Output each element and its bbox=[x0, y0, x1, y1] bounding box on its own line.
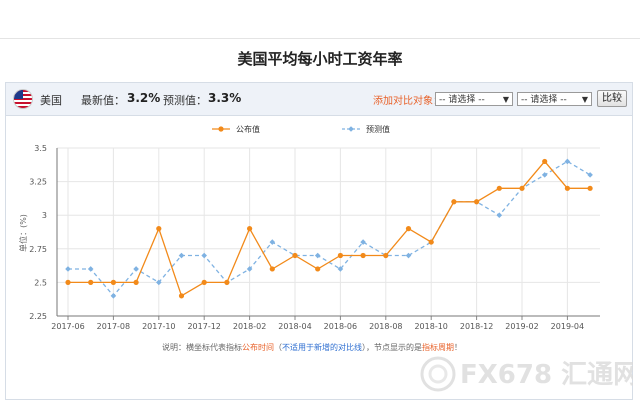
watermark: FX678 汇通网 bbox=[420, 356, 633, 392]
data-point-published bbox=[405, 226, 412, 232]
data-point-forecast bbox=[87, 266, 94, 272]
footnote-highlight-2: 不适用于新增的对比线 bbox=[282, 342, 362, 352]
x-tick-label: 2018-10 bbox=[414, 322, 447, 331]
x-tick-label: 2017-08 bbox=[97, 322, 130, 331]
data-point-published bbox=[178, 293, 185, 299]
watermark-text: FX678 汇通网 bbox=[460, 360, 633, 390]
data-point-published bbox=[428, 239, 434, 245]
data-point-forecast bbox=[201, 252, 207, 259]
data-point-forecast bbox=[133, 266, 139, 272]
data-point-forecast bbox=[65, 266, 71, 272]
footnote-middle-2: ），节点显示的是 bbox=[362, 342, 422, 352]
data-point-forecast bbox=[496, 212, 503, 218]
footnote-middle-1: （ bbox=[274, 343, 282, 352]
x-tick-label: 2018-08 bbox=[369, 322, 402, 331]
data-point-forecast bbox=[110, 293, 117, 299]
footnote-suffix: ！ bbox=[454, 343, 462, 352]
data-point-published bbox=[156, 226, 162, 232]
x-tick-label: 2018-04 bbox=[278, 322, 311, 331]
x-tick-label: 2017-12 bbox=[187, 322, 220, 331]
data-point-published bbox=[542, 158, 548, 165]
x-tick-label: 2018-02 bbox=[233, 322, 266, 331]
x-tick-label: 2017-10 bbox=[142, 322, 175, 331]
data-point-published bbox=[224, 279, 230, 285]
data-point-published bbox=[451, 199, 457, 205]
y-tick-label: 2.5 bbox=[34, 278, 47, 287]
data-point-published bbox=[496, 185, 502, 191]
data-point-published bbox=[587, 185, 593, 191]
legend-marker bbox=[218, 126, 224, 132]
x-tick-label: 2019-04 bbox=[551, 322, 584, 331]
data-point-published bbox=[564, 185, 571, 191]
footnote: 说明：横坐标代表指标公布时间（不适用于新增的对比线），节点显示的是指标周期！ bbox=[162, 342, 462, 352]
y-tick-label: 2.25 bbox=[29, 312, 47, 321]
data-point-published bbox=[65, 279, 71, 285]
footnote-highlight-3: 指标周期 bbox=[422, 342, 454, 352]
x-tick-label: 2018-06 bbox=[324, 322, 357, 331]
data-point-forecast bbox=[541, 172, 548, 178]
data-point-published bbox=[383, 252, 389, 259]
data-point-forecast bbox=[314, 252, 321, 259]
grid-layer bbox=[57, 147, 600, 317]
y-tick-label: 3 bbox=[42, 211, 47, 220]
x-tick-label: 2018-12 bbox=[460, 322, 493, 331]
data-point-forecast bbox=[587, 172, 593, 178]
data-point-forecast bbox=[405, 252, 412, 259]
footnote-highlight-1: 公布时间 bbox=[242, 342, 274, 352]
line-chart: 2.25 2.5 2.75 3 3.25 3.5 2017-06 2017-08 2017-10… bbox=[18, 124, 600, 352]
data-point-published bbox=[88, 279, 94, 285]
data-point-published bbox=[247, 226, 253, 232]
series-layer bbox=[65, 158, 593, 299]
data-point-published bbox=[292, 252, 298, 259]
x-tick-label: 2017-06 bbox=[51, 322, 84, 331]
x-tick-label: 2019-02 bbox=[505, 322, 538, 331]
y-axis-label: 单位：(%) bbox=[18, 214, 28, 252]
legend-label: 预测值 bbox=[366, 124, 390, 134]
y-tick-label: 2.75 bbox=[29, 245, 47, 254]
data-point-forecast bbox=[269, 239, 276, 245]
data-point-forecast bbox=[178, 252, 185, 259]
data-point-published bbox=[474, 199, 480, 205]
data-point-published bbox=[133, 279, 139, 285]
legend-label: 公布值 bbox=[236, 124, 260, 134]
data-point-published bbox=[315, 266, 321, 272]
y-tick-label: 3.5 bbox=[34, 144, 47, 153]
data-point-published bbox=[269, 266, 275, 272]
data-point-published bbox=[201, 279, 207, 285]
data-point-published bbox=[337, 252, 343, 259]
footnote-prefix: 说明：横坐标代表指标 bbox=[162, 342, 242, 352]
y-tick-label: 3.25 bbox=[29, 178, 47, 187]
data-point-published bbox=[110, 279, 116, 285]
axis-layer: 2.25 2.5 2.75 3 3.25 3.5 2017-06 2017-08 2017-10… bbox=[29, 144, 600, 331]
data-point-published bbox=[360, 252, 366, 259]
watermark-logo-icon bbox=[420, 356, 456, 392]
data-point-forecast bbox=[564, 158, 571, 165]
data-point-published bbox=[519, 185, 525, 191]
legend: 公布值 预测值 bbox=[212, 124, 390, 134]
legend-marker bbox=[348, 126, 354, 132]
